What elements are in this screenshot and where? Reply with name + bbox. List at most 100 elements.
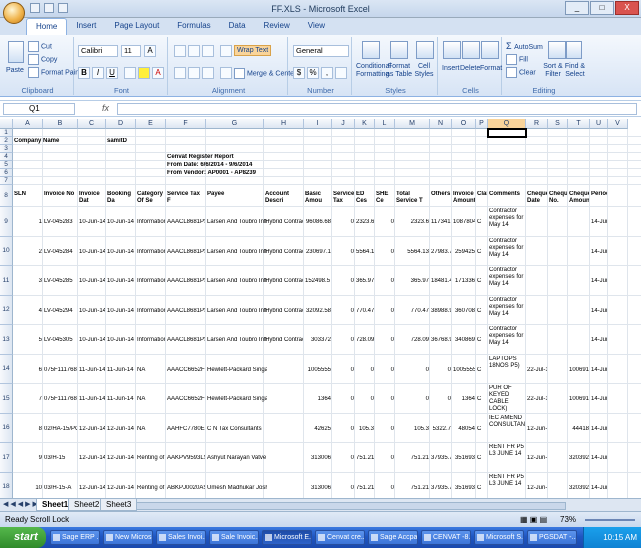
tab-formulas[interactable]: Formulas — [168, 18, 219, 35]
column-header[interactable]: N — [430, 119, 452, 129]
cell-A12[interactable]: 4 — [14, 308, 42, 315]
fill-color-icon[interactable] — [138, 67, 150, 79]
cell-K13[interactable]: 728.09 — [356, 337, 374, 344]
cell-L8[interactable]: SHE Ce — [376, 191, 394, 205]
cell-A11[interactable]: 3 — [14, 278, 42, 285]
cell-Q14[interactable]: LAPTOPS 18NOS P5) — [489, 356, 525, 384]
cell-H12[interactable]: Hybrid Contractor E — [265, 308, 303, 315]
cell-F13[interactable]: AAACL8681PSC — [167, 337, 205, 344]
column-header[interactable]: M — [395, 119, 430, 129]
cell-Q9[interactable]: Contractor expenses for May 14 — [489, 208, 525, 236]
cell-Q13[interactable]: Contractor expenses for May 14 — [489, 326, 525, 354]
cell-O8[interactable]: Invoice Amount — [453, 191, 475, 205]
row-header[interactable]: 2 — [0, 137, 13, 145]
taskbar-item[interactable]: Sales Invoi... — [156, 530, 206, 545]
tab-view[interactable]: View — [299, 18, 334, 35]
view-buttons-icon[interactable]: ▦ ▣ ▤ — [520, 515, 547, 524]
column-header[interactable]: A — [13, 119, 43, 129]
cell-L9[interactable]: 0 — [376, 219, 394, 226]
comma-button[interactable]: , — [321, 67, 333, 79]
cell-B13[interactable]: LV-045305 — [44, 337, 77, 344]
row-header[interactable]: 3 — [0, 145, 13, 153]
cell-G11[interactable]: Larsen And Toubro Infi — [207, 278, 267, 285]
cell-K10[interactable]: 5564.13 — [356, 249, 374, 256]
cell-C11[interactable]: 10-Jun-14 — [79, 278, 105, 285]
cell-E14[interactable]: NA — [137, 367, 165, 374]
start-button[interactable]: start — [0, 527, 46, 548]
cell-O16[interactable]: 48054 — [453, 426, 475, 433]
cell-D14[interactable]: 11-Jun-14 — [107, 367, 135, 374]
cell-E15[interactable]: NA — [137, 396, 165, 403]
taskbar-item[interactable]: Microsoft S... — [474, 530, 524, 545]
cell-Q10[interactable]: Contractor expenses for May 14 — [489, 238, 525, 266]
cell-A2[interactable]: Company Name — [14, 138, 94, 145]
taskbar-item[interactable]: Sage ERP ... — [50, 530, 100, 545]
row-header[interactable]: 6 — [0, 169, 13, 177]
cell-U8[interactable]: Period — [591, 191, 607, 198]
copy-button[interactable]: Copy — [28, 54, 57, 65]
cell-I9[interactable]: 96086.68 — [305, 219, 331, 226]
cell-F14[interactable]: AAACC6652FS — [167, 367, 205, 374]
cell-D2[interactable]: samitD — [107, 138, 147, 145]
cell-L14[interactable]: 0 — [376, 367, 394, 374]
tab-review[interactable]: Review — [255, 18, 299, 35]
column-header[interactable]: K — [355, 119, 375, 129]
cell-D16[interactable]: 12-Jun-14 — [107, 426, 135, 433]
cell-D8[interactable]: Booking Da — [107, 191, 135, 205]
cell-P9[interactable]: C — [477, 219, 487, 226]
cell-D15[interactable]: 11-Jun-14 — [107, 396, 135, 403]
cell-P16[interactable]: C — [477, 426, 487, 433]
cell-M11[interactable]: 365.97 — [396, 278, 429, 285]
cell-M10[interactable]: 5564.13 — [396, 249, 429, 256]
borders-icon[interactable] — [124, 67, 136, 79]
cell-Q16[interactable]: IEC AMEND CONSULTANCY — [489, 415, 525, 443]
cell-D18[interactable]: 12-Jun-14 — [107, 485, 135, 492]
insert-function-icon[interactable]: fx — [102, 103, 109, 113]
cell-C12[interactable]: 10-Jun-14 — [79, 308, 105, 315]
insert-button[interactable]: Insert — [442, 65, 460, 72]
cell-Q12[interactable]: Contractor expenses for May 14 — [489, 297, 525, 325]
cell-N9[interactable]: 11734172 — [431, 219, 451, 226]
tab-home[interactable]: Home — [26, 18, 68, 35]
cell-M15[interactable]: 0 — [396, 396, 429, 403]
tab-data[interactable]: Data — [220, 18, 255, 35]
cell-U17[interactable]: 14-Jun — [591, 455, 607, 462]
column-header[interactable]: H — [264, 119, 304, 129]
cell-B8[interactable]: Invoice No — [44, 191, 77, 198]
cell-I14[interactable]: 1005555 — [305, 367, 331, 374]
cell-E11[interactable]: Information Techn — [137, 278, 165, 285]
cell-J12[interactable]: 0 — [333, 308, 354, 315]
column-header[interactable]: T — [568, 119, 590, 129]
cell-L17[interactable]: 0 — [376, 455, 394, 462]
column-header[interactable]: R — [526, 119, 548, 129]
cell-U12[interactable]: 14-Jun — [591, 308, 607, 315]
cell-K8[interactable]: ED Ces — [356, 191, 374, 205]
cell-K18[interactable]: 751.21 — [356, 485, 374, 492]
cell-K16[interactable]: 105.3 — [356, 426, 374, 433]
cell-U18[interactable]: 14-Jun — [591, 485, 607, 492]
cell-T18[interactable]: 320392 — [569, 485, 589, 492]
cell-J15[interactable]: 0 — [333, 396, 354, 403]
column-header[interactable]: J — [332, 119, 355, 129]
cell-M14[interactable]: 0 — [396, 367, 429, 374]
cell-C18[interactable]: 12-Jun-14 — [79, 485, 105, 492]
cell-N14[interactable]: 0 — [431, 367, 451, 374]
column-header[interactable]: C — [78, 119, 106, 129]
orientation-icon[interactable] — [220, 45, 232, 57]
row-header[interactable]: 16 — [0, 413, 13, 443]
office-button[interactable] — [3, 2, 25, 24]
cell-T17[interactable]: 320392 — [569, 455, 589, 462]
cell-P11[interactable]: C — [477, 278, 487, 285]
cell-A13[interactable]: 5 — [14, 337, 42, 344]
row-header[interactable]: 15 — [0, 384, 13, 414]
cell-R15[interactable]: 22-Jul-14 — [527, 396, 547, 403]
cell-F11[interactable]: AAACL8681PSC — [167, 278, 205, 285]
row-header[interactable]: 12 — [0, 295, 13, 325]
column-header[interactable]: L — [375, 119, 395, 129]
cell-D11[interactable]: 10-Jun-14 — [107, 278, 135, 285]
cell-I13[interactable]: 303372 — [305, 337, 331, 344]
row-header[interactable]: 5 — [0, 161, 13, 169]
cell-I15[interactable]: 1364 — [305, 396, 331, 403]
cell-C15[interactable]: 11-Jun-14 — [79, 396, 105, 403]
cell-J8[interactable]: Service Tax — [333, 191, 354, 205]
